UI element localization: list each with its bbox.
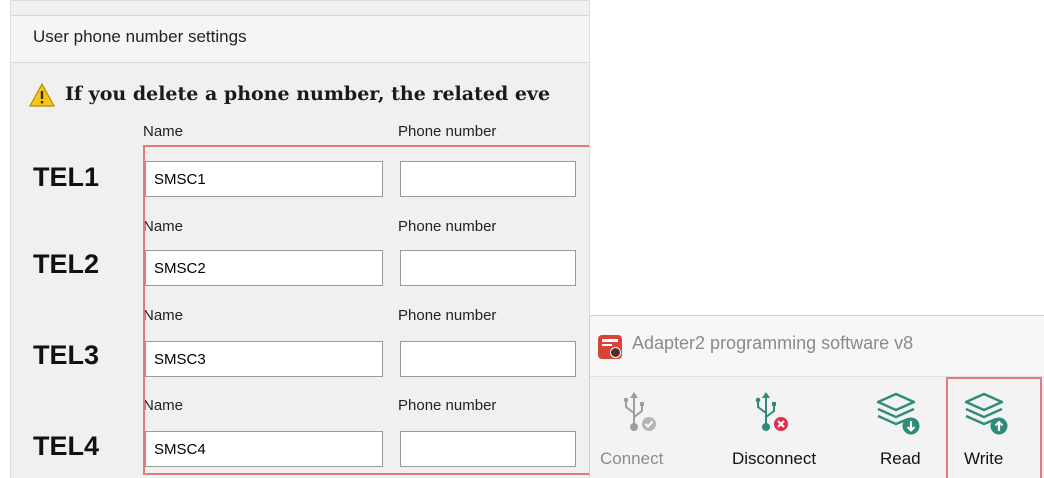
phone-number-label: Phone number xyxy=(398,307,497,324)
warning-triangle-icon xyxy=(29,83,55,107)
adapter-app-window: Adapter2 programming software v8 Connect xyxy=(589,315,1044,478)
name-label: Name xyxy=(143,397,184,414)
phone-number-label: Phone number xyxy=(398,123,497,140)
tel3-label: TEL3 xyxy=(33,340,100,370)
connect-button[interactable]: Connect xyxy=(590,377,702,478)
phone-settings-panel: User phone number settings If you delete… xyxy=(10,0,590,478)
usb-connect-icon xyxy=(623,392,656,431)
tel1-label: TEL1 xyxy=(33,162,100,192)
name-label: Name xyxy=(143,123,184,140)
read-button[interactable]: Read xyxy=(866,377,932,478)
tel4-phone-input[interactable] xyxy=(400,431,576,467)
write-button-highlight xyxy=(946,377,1042,478)
tel3-phone-input[interactable] xyxy=(400,341,576,377)
tel2-name-input[interactable] xyxy=(145,250,383,286)
tel3-name-input[interactable] xyxy=(145,341,383,377)
usb-disconnect-icon xyxy=(755,392,788,431)
panel-title: User phone number settings xyxy=(33,27,247,46)
tel1-name-input[interactable] xyxy=(145,161,383,197)
tel4-name-input[interactable] xyxy=(145,431,383,467)
app-logo-icon xyxy=(598,335,622,359)
tel4-label: TEL4 xyxy=(33,431,100,461)
disconnect-label: Disconnect xyxy=(732,449,817,468)
connect-label: Connect xyxy=(600,449,664,468)
app-title: Adapter2 programming software v8 xyxy=(632,333,914,353)
phone-number-label: Phone number xyxy=(398,218,497,235)
tel2-label: TEL2 xyxy=(33,249,100,279)
title-bar: Adapter2 programming software v8 xyxy=(590,316,1044,376)
tel2-phone-input[interactable] xyxy=(400,250,576,286)
disconnect-button[interactable]: Disconnect xyxy=(718,377,848,478)
name-label: Name xyxy=(143,307,184,324)
layers-read-icon xyxy=(876,392,920,435)
warning-row: If you delete a phone number, the relate… xyxy=(29,83,589,113)
phone-number-label: Phone number xyxy=(398,397,497,414)
warning-text: If you delete a phone number, the relate… xyxy=(65,83,551,105)
name-label: Name xyxy=(143,218,184,235)
panel-header: User phone number settings xyxy=(11,15,589,63)
read-label: Read xyxy=(880,449,921,468)
tel1-phone-input[interactable] xyxy=(400,161,576,197)
toolbar: Connect Disconnect Read Write xyxy=(590,376,1044,478)
